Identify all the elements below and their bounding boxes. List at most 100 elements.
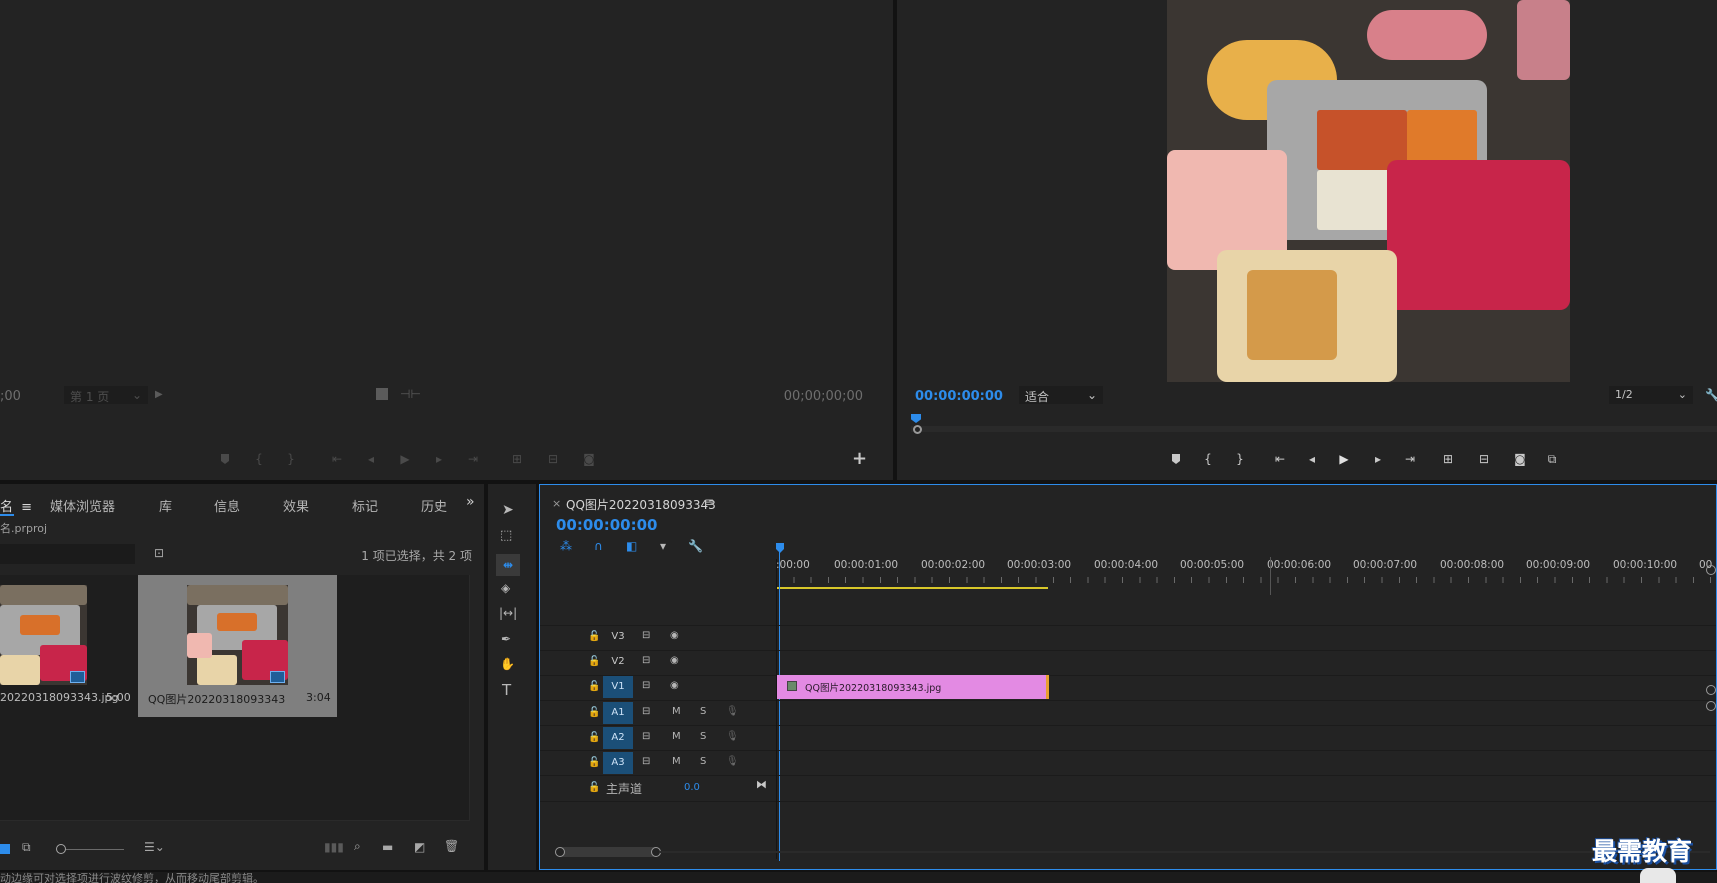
lock-icon[interactable]: 🔓	[588, 757, 600, 768]
camera-icon[interactable]: ◙	[580, 451, 598, 467]
track-target-v3[interactable]: V3	[603, 626, 633, 648]
wrench-icon[interactable]: 🔧	[1705, 388, 1717, 402]
tab-libraries[interactable]: 库	[159, 496, 172, 515]
nest-icon[interactable]: ⁂	[560, 539, 572, 553]
timeline-settings-icon[interactable]: 🔧	[688, 539, 703, 553]
lock-icon[interactable]: 🔓	[588, 631, 600, 642]
program-mini-timeline[interactable]	[911, 414, 1717, 434]
go-to-in-icon[interactable]: ⇤	[1271, 451, 1289, 467]
step-forward-icon[interactable]: ▸	[430, 451, 448, 467]
mark-in-icon[interactable]: {	[1199, 451, 1217, 467]
linked-selection-icon[interactable]: ◧	[626, 539, 637, 553]
lock-icon[interactable]: 🔓	[588, 681, 600, 692]
trim-icon[interactable]: ⊣⊢	[400, 387, 421, 401]
vertical-zoom-handle[interactable]	[1706, 565, 1716, 575]
program-timecode[interactable]: 00:00:00:00	[915, 389, 1003, 404]
marker-icon[interactable]	[216, 451, 234, 467]
panel-menu-icon[interactable]: ≡	[704, 495, 714, 509]
hand-tool-icon[interactable]: ✋	[500, 657, 515, 671]
play-triangle-icon[interactable]: ▶	[155, 389, 163, 400]
add-button-icon[interactable]: +	[852, 448, 867, 469]
source-page-select[interactable]: 第 1 页 ⌄	[64, 386, 148, 404]
microphone-icon[interactable]: 🎙	[726, 731, 739, 742]
add-marker-icon[interactable]: ▾	[660, 539, 666, 553]
extract-icon[interactable]: ⊟	[1475, 451, 1493, 467]
timeline-clip[interactable]: QQ图片20220318093343.jpg	[777, 675, 1049, 699]
lift-icon[interactable]: ⊞	[1439, 451, 1457, 467]
slip-tool-icon[interactable]: |↔|	[499, 606, 517, 620]
new-item-icon[interactable]: ◩	[414, 840, 425, 854]
automate-sequence-icon[interactable]: ▮▮▮	[324, 840, 344, 854]
lock-icon[interactable]: 🔓	[588, 732, 600, 743]
mark-out-icon[interactable]: }	[282, 451, 300, 467]
track-select-tool-icon[interactable]: ⬚	[500, 528, 512, 543]
timeline-timecode[interactable]: 00:00:00:00	[556, 516, 658, 534]
zoom-handle[interactable]	[913, 425, 922, 434]
project-search-input[interactable]	[0, 544, 135, 564]
tab-media-browser[interactable]: 媒体浏览器	[50, 496, 115, 515]
work-area-bar[interactable]	[776, 587, 1048, 589]
go-to-out-icon[interactable]: ⇥	[1401, 451, 1419, 467]
vertical-zoom-handle[interactable]	[1706, 701, 1716, 711]
sync-lock-icon[interactable]: ⊟	[642, 706, 650, 717]
zoom-handle-left[interactable]	[555, 847, 565, 857]
master-volume-value[interactable]: 0.0	[684, 782, 700, 793]
mute-button[interactable]: M	[672, 706, 681, 717]
microphone-icon[interactable]: 🎙	[726, 706, 739, 717]
solo-button[interactable]: S	[700, 731, 706, 742]
snap-magnet-icon[interactable]: ∩	[594, 539, 603, 553]
source-timecode-left[interactable]: ;00	[0, 389, 21, 404]
marker-icon[interactable]	[1167, 451, 1185, 467]
play-icon[interactable]: ▶	[396, 451, 414, 467]
icon-view-icon[interactable]: ⧉	[22, 840, 31, 855]
pen-tool-icon[interactable]: ✒	[501, 632, 511, 646]
mute-button[interactable]: M	[672, 756, 681, 767]
sync-lock-icon[interactable]: ⊟	[642, 756, 650, 767]
new-bin-from-search-icon[interactable]: ⊡	[154, 546, 164, 560]
comparison-view-icon[interactable]: ⧉	[1543, 451, 1561, 467]
tab-markers[interactable]: 标记	[352, 496, 378, 515]
sync-lock-icon[interactable]: ⊟	[642, 655, 650, 666]
time-ruler[interactable]: :00:00 00:00:01:00 00:00:02:00 00:00:03:…	[776, 515, 1716, 595]
new-bin-icon[interactable]: ▬	[382, 840, 393, 854]
list-view-icon[interactable]	[0, 844, 10, 854]
track-target-a2[interactable]: A2	[603, 727, 633, 749]
project-item[interactable]: 20220318093343.jpg 5:00	[0, 575, 132, 717]
panel-menu-icon[interactable]: ≡	[21, 500, 32, 515]
overwrite-icon[interactable]: ⊟	[544, 451, 562, 467]
more-tabs-icon[interactable]: »	[466, 494, 475, 510]
ime-indicator-icon[interactable]	[1640, 868, 1676, 883]
zoom-slider-handle[interactable]	[56, 844, 66, 854]
tab-effects[interactable]: 效果	[283, 496, 309, 515]
camera-icon[interactable]: ◙	[1511, 451, 1529, 467]
eye-icon[interactable]: ◉	[670, 680, 679, 691]
ripple-edit-tool-icon[interactable]: ⇹	[496, 554, 520, 576]
track-target-v2[interactable]: V2	[603, 651, 633, 673]
fit-select[interactable]: 适合 ⌄	[1019, 386, 1103, 404]
close-icon[interactable]: ×	[552, 497, 561, 510]
step-forward-icon[interactable]: ▸	[1369, 451, 1387, 467]
sequence-tab[interactable]: QQ图片20220318093343	[566, 496, 716, 513]
track-target-a3[interactable]: A3	[603, 752, 633, 774]
tab-info[interactable]: 信息	[214, 496, 240, 515]
eye-icon[interactable]: ◉	[670, 630, 679, 641]
project-item-selected[interactable]: QQ图片20220318093343 3:04	[138, 575, 337, 717]
eye-icon[interactable]: ◉	[670, 655, 679, 666]
lock-icon[interactable]: 🔓	[588, 782, 600, 793]
mark-out-icon[interactable]: }	[1231, 451, 1249, 467]
trash-icon[interactable]: 🗑	[444, 839, 459, 853]
type-tool-icon[interactable]: T	[502, 681, 511, 699]
settings-icon[interactable]	[376, 388, 388, 400]
solo-button[interactable]: S	[700, 706, 706, 717]
playhead-icon[interactable]	[911, 414, 921, 423]
sort-icon[interactable]: ☰⌄	[144, 840, 165, 854]
sync-lock-icon[interactable]: ⊟	[642, 731, 650, 742]
razor-tool-icon[interactable]: ◈	[501, 581, 510, 595]
selection-tool-icon[interactable]: ➤	[502, 502, 514, 518]
horizontal-zoom-scrollbar[interactable]	[555, 847, 661, 857]
tab-history[interactable]: 历史	[421, 496, 447, 515]
track-target-v1[interactable]: V1	[603, 676, 633, 698]
sync-lock-icon[interactable]: ⊟	[642, 630, 650, 641]
go-to-in-icon[interactable]: ⇤	[328, 451, 346, 467]
insert-icon[interactable]: ⊞	[508, 451, 526, 467]
